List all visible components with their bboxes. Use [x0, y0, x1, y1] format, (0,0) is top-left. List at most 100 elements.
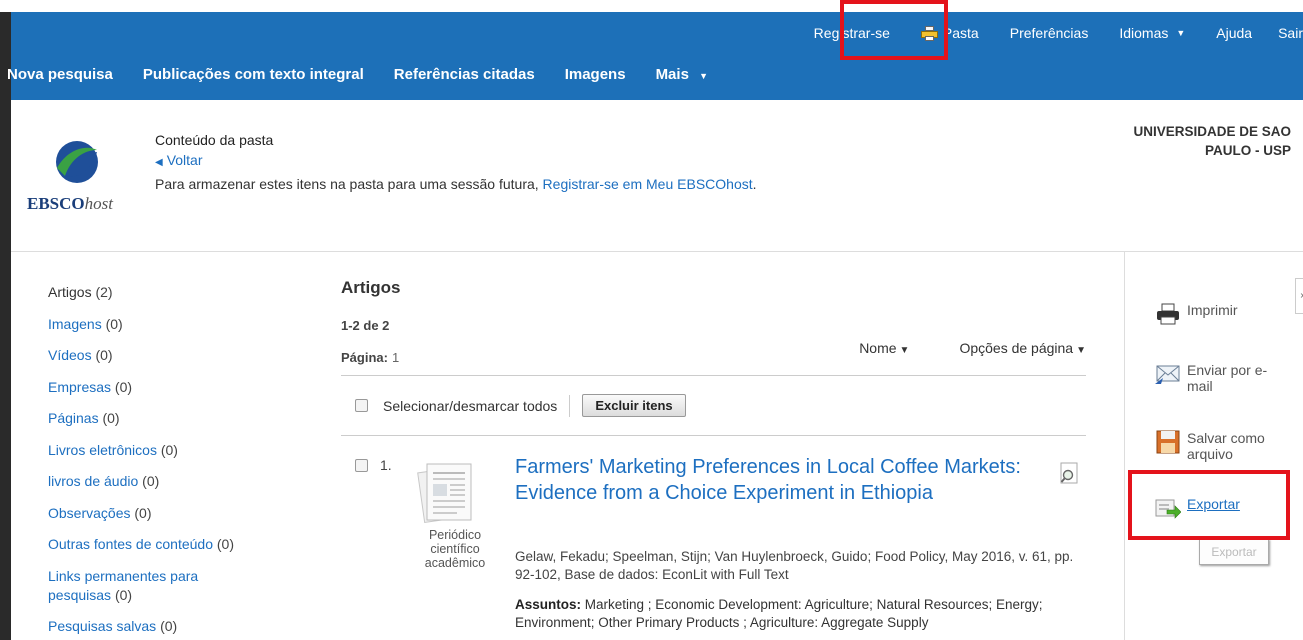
- sidebar-item-count: (0): [142, 473, 160, 489]
- results-count: 1-2 de 2: [341, 318, 390, 333]
- sidebar-item-videos[interactable]: Vídeos (0): [48, 346, 298, 365]
- top-navigation-bar: Registrar-se Pasta Preferências Idiomas …: [7, 12, 1303, 100]
- logo-text-host: host: [84, 194, 113, 213]
- results-panel: Artigos 1-2 de 2 Página: 1 Nome ▼ Opções d…: [341, 278, 1086, 630]
- exit-link[interactable]: Sair: [1278, 25, 1303, 41]
- email-tool[interactable]: Enviar por e-mail: [1155, 362, 1287, 394]
- sidebar-item-label: Livros eletrônicos: [48, 441, 157, 458]
- nav-more-label: Mais: [655, 65, 689, 83]
- sidebar-item-count: (0): [114, 586, 133, 603]
- chevron-down-icon: ▼: [1176, 28, 1186, 38]
- back-label: Voltar: [166, 152, 203, 168]
- ebsco-logo-text[interactable]: EBSCOhost: [27, 194, 113, 214]
- subjects-text: Marketing ; Economic Development: Agricu…: [515, 597, 1043, 630]
- store-text: Para armazenar estes itens na pasta para…: [155, 176, 543, 192]
- sidebar-item-label: livros de áudio: [48, 473, 139, 489]
- save-label: Salvar como arquivo: [1187, 430, 1265, 462]
- sidebar-item-saved-searches[interactable]: Pesquisas salvas (0): [48, 617, 298, 636]
- print-tool[interactable]: Imprimir: [1155, 302, 1238, 326]
- store-message: Para armazenar estes itens na pasta para…: [155, 176, 757, 192]
- frame-top: [0, 0, 1303, 12]
- nav-full-text[interactable]: Publicações com texto integral: [143, 66, 364, 83]
- select-all-label[interactable]: Selecionar/desmarcar todos: [383, 398, 557, 414]
- sidebar-item-articles[interactable]: Artigos (2): [48, 283, 298, 302]
- sidebar-item-label: Artigos: [48, 284, 92, 300]
- sidebar-item-count: (0): [160, 441, 178, 458]
- frame-left-border: [0, 12, 11, 640]
- sidebar-item-count: (0): [114, 378, 133, 395]
- page-header: EBSCOhost Conteúdo da pasta ◀ Voltar Para…: [11, 100, 1303, 252]
- sidebar-item-label: Vídeos: [48, 347, 92, 363]
- article-title-link[interactable]: Farmers' Marketing Preferences in Local …: [515, 454, 1035, 506]
- nav-new-search[interactable]: Nova pesquisa: [7, 66, 113, 83]
- logo-text-main: EBSCO: [27, 194, 85, 213]
- sidebar-item-count: (0): [95, 347, 113, 363]
- preview-magnifier-icon[interactable]: [1059, 462, 1081, 484]
- divider: [341, 375, 1086, 376]
- sidebar-item-notes[interactable]: Observações (0): [48, 504, 298, 523]
- chevron-down-icon: ▼: [1076, 345, 1086, 356]
- help-link[interactable]: Ajuda: [1216, 25, 1252, 41]
- sidebar-item-label: Pesquisas salvas: [48, 618, 157, 634]
- sidebar-item-ebooks[interactable]: Livros eletrônicos (0): [48, 441, 298, 460]
- sidebar-item-label: Outras fontes de conteúdo: [48, 536, 213, 552]
- email-label: Enviar por e-mail: [1187, 362, 1268, 394]
- ebsco-logo-icon[interactable]: [55, 140, 99, 184]
- printer-icon: [1157, 303, 1179, 325]
- store-end: .: [752, 176, 757, 192]
- main-nav: Nova pesquisa Publicações com texto inte…: [7, 62, 738, 86]
- sidebar-item-pages[interactable]: Páginas (0): [48, 409, 298, 428]
- nav-cited-refs[interactable]: Referências citadas: [394, 66, 535, 83]
- sidebar-item-permalinks[interactable]: Links permanentes para pesquisas (0): [48, 567, 238, 605]
- print-label: Imprimir: [1187, 302, 1238, 318]
- bulk-actions: Selecionar/desmarcar todos Excluir itens: [355, 394, 686, 417]
- sidebar-item-audiobooks[interactable]: livros de áudio (0): [48, 472, 298, 491]
- sort-label: Nome: [859, 340, 897, 356]
- sidebar-item-label: Imagens: [48, 315, 102, 332]
- sidebar-item-label: Observações: [48, 504, 131, 521]
- nav-more[interactable]: Mais ▼: [656, 66, 708, 83]
- institution-name: UNIVERSIDADE DE SAO PAULO - USP: [1133, 124, 1291, 158]
- sidebar-item-count: (2): [95, 284, 113, 300]
- subjects-label: Assuntos:: [515, 597, 582, 612]
- page-options-dropdown[interactable]: Opções de página ▼: [934, 340, 1086, 356]
- publication-type: Periódico científico acadêmico: [424, 528, 486, 570]
- result-number: 1.: [380, 457, 392, 473]
- results-options: Nome ▼ Opções de página ▼: [809, 340, 1086, 356]
- save-icon: [1156, 430, 1180, 454]
- academic-journal-icon[interactable]: [415, 456, 485, 526]
- sidebar-item-count: (0): [160, 618, 178, 634]
- divider: [341, 435, 1086, 436]
- chevron-down-icon: ▼: [899, 345, 910, 356]
- sidebar-item-label: Páginas: [48, 410, 99, 426]
- article-subjects: Assuntos: Marketing ; Economic Developme…: [515, 596, 1090, 632]
- app-frame: Registrar-se Pasta Preferências Idiomas …: [0, 0, 1303, 640]
- save-tool[interactable]: Salvar como arquivo: [1155, 430, 1287, 462]
- sidebar-item-count: (0): [216, 536, 235, 552]
- sidebar-item-count: (0): [102, 410, 120, 426]
- back-arrow-icon: ◀: [155, 157, 163, 168]
- languages-menu[interactable]: Idiomas ▼: [1119, 25, 1185, 41]
- divider: [569, 394, 571, 417]
- collapse-panel-icon[interactable]: ›: [1295, 278, 1303, 314]
- languages-label: Idiomas: [1119, 25, 1169, 41]
- sidebar-item-companies[interactable]: Empresas (0): [48, 378, 298, 397]
- page-options-label: Opções de página: [959, 340, 1074, 356]
- delete-items-button[interactable]: Excluir itens: [582, 394, 686, 417]
- select-all-checkbox[interactable]: [355, 399, 368, 412]
- article-citation: Gelaw, Fekadu; Speelman, Stijn; Van Huyl…: [515, 549, 1074, 582]
- folder-label: Pasta: [942, 25, 979, 41]
- nav-images[interactable]: Imagens: [565, 66, 626, 83]
- sidebar-item-images[interactable]: Imagens (0): [48, 315, 298, 334]
- result-checkbox[interactable]: [355, 459, 368, 472]
- sort-dropdown[interactable]: Nome ▼: [834, 340, 909, 356]
- back-link[interactable]: ◀ Voltar: [155, 152, 203, 168]
- sidebar-item-count: (0): [105, 315, 123, 332]
- page-title: Conteúdo da pasta: [155, 132, 274, 148]
- page-number[interactable]: 1: [392, 350, 399, 365]
- chevron-down-icon: ▼: [699, 70, 709, 81]
- register-myebsco-link[interactable]: Registrar-se em Meu EBSCOhost: [543, 176, 753, 192]
- sidebar-item-other-sources[interactable]: Outras fontes de conteúdo (0): [48, 535, 298, 554]
- export-tooltip: Exportar: [1199, 539, 1269, 565]
- preferences-link[interactable]: Preferências: [1010, 25, 1089, 41]
